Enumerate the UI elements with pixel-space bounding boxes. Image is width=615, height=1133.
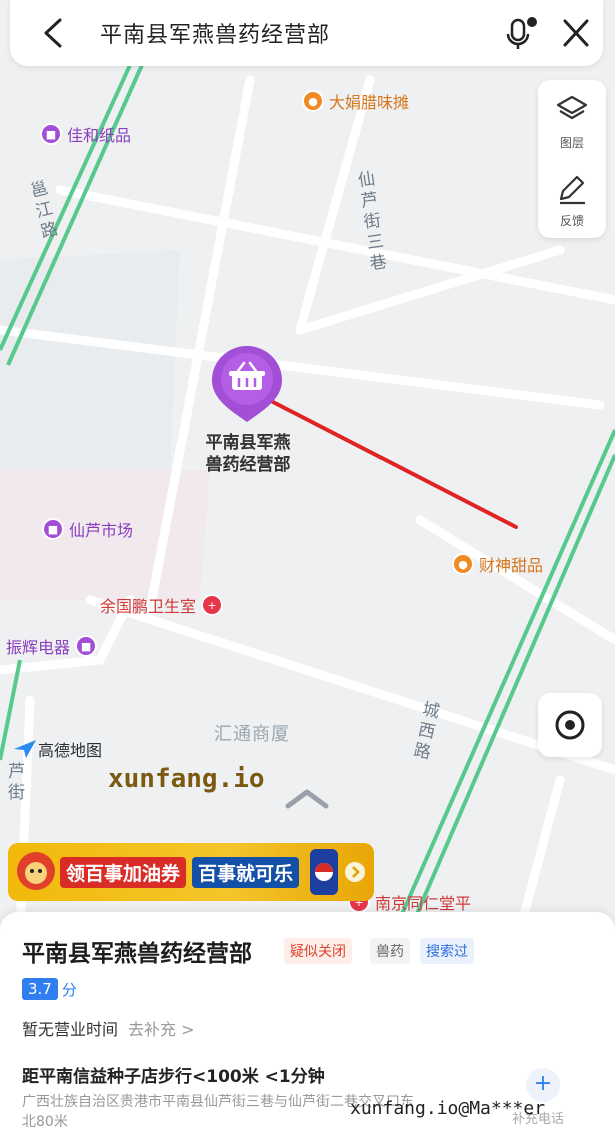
street-label-lu: 芦街 <box>4 762 24 804</box>
building-label: 汇通商厦 <box>214 724 290 745</box>
microphone-icon[interactable] <box>502 14 542 52</box>
amap-logo-icon <box>14 740 36 758</box>
rating-unit: 分 <box>61 980 77 999</box>
poi-clinic[interactable]: + 余国鹏卫生室 <box>100 593 224 617</box>
poi-zhenhui[interactable]: ■ 振辉电器 <box>6 634 98 658</box>
chevron-up-icon[interactable] <box>284 786 330 810</box>
poi-xianlu-market[interactable]: ■ 仙芦市场 <box>42 517 133 541</box>
food-icon: ● <box>302 90 324 112</box>
shop-icon: ■ <box>75 635 98 657</box>
place-name: 平南县军燕兽药经营部 <box>22 941 252 967</box>
pencil-icon <box>559 175 585 205</box>
opening-hours: 暂无营业时间 去补充 > <box>22 1020 195 1039</box>
locate-me-button[interactable] <box>538 693 602 757</box>
layers-button[interactable]: 图层 <box>538 84 606 158</box>
category-badge: 兽药 <box>370 938 410 964</box>
map-brand: 高德地图 <box>12 737 102 761</box>
poi-caishen[interactable]: ● 财神甜品 <box>452 552 543 576</box>
feedback-button[interactable]: 反馈 <box>538 162 606 236</box>
distance-info: 距平南信益种子店步行<100米 <1分钟 <box>22 1067 325 1087</box>
map-canvas[interactable]: ● 大娟腊味摊 ■ 佳和纸品 ■ 仙芦市场 + 余国鹏卫生室 ■ 振辉电器 ● 财神甜品 +… <box>0 0 615 930</box>
dessert-icon: ● <box>452 553 474 575</box>
layers-icon <box>556 95 588 120</box>
add-hours-link[interactable]: 去补充 > <box>128 1020 195 1039</box>
pin-label: 平南县军燕 兽药经营部 <box>205 433 291 475</box>
poi-jiahe[interactable]: ■ 佳和纸品 <box>40 122 131 146</box>
shop-icon: ■ <box>42 518 64 540</box>
rating: 3.7 分 <box>22 978 77 1000</box>
ad-banner[interactable]: 领百事加油券 百事就可乐 <box>8 843 374 901</box>
map-tools-panel: 图层 反馈 <box>538 80 606 238</box>
shop-icon: ■ <box>40 123 62 145</box>
pepsi-can-icon <box>310 849 338 895</box>
ad-arrow-icon <box>345 862 365 882</box>
searched-badge: 搜索过 <box>420 938 474 964</box>
selected-place-pin[interactable] <box>208 344 286 424</box>
locate-icon <box>555 710 585 740</box>
status-badge: 疑似关闭 <box>284 938 352 964</box>
poi-dajuan[interactable]: ● 大娟腊味摊 <box>302 89 409 113</box>
search-bar: 平南县军燕兽药经营部 <box>10 0 603 66</box>
medical-cross-icon: + <box>201 594 224 616</box>
watermark-user: xunfang.io@Ma***er <box>350 1098 546 1119</box>
back-arrow-icon[interactable] <box>38 16 70 50</box>
add-phone-button[interactable]: + <box>526 1068 560 1102</box>
close-icon[interactable] <box>558 16 594 50</box>
lion-mascot-icon <box>17 852 55 890</box>
watermark-site: xunfang.io <box>108 764 265 794</box>
search-query[interactable]: 平南县军燕兽药经营部 <box>100 17 330 49</box>
rating-value: 3.7 <box>22 978 58 1000</box>
